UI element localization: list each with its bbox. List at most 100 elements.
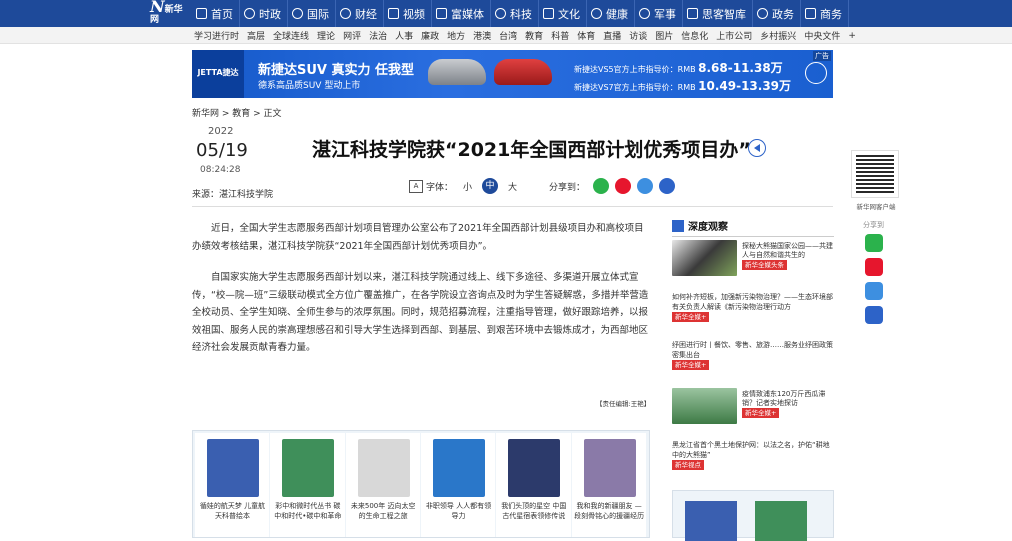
subnav-item[interactable]: 上市公司 [716, 29, 752, 42]
nav-item-finance[interactable]: 财经 [336, 0, 384, 27]
finance-icon [340, 8, 351, 19]
nav-item-government[interactable]: 政务 [753, 0, 801, 27]
subnav-item[interactable]: 全球连线 [273, 29, 309, 42]
ad-brand-logo: JETTA捷达 [192, 50, 244, 98]
top-nav-bar: N新华网 首页 时政 国际 财经 视频 富媒体 科技 文化 健康 军事 思客智库… [0, 0, 1012, 27]
book-item[interactable]: 未来500年 迈向太空的生命工程之旅 [345, 433, 420, 537]
book-cover [357, 439, 410, 497]
subnav-item[interactable]: 教育 [525, 29, 543, 42]
book-cover [282, 439, 335, 497]
publish-monthday: 05/19 [196, 140, 248, 161]
nav-item-politics[interactable]: 时政 [240, 0, 288, 27]
business-icon [805, 8, 816, 19]
link-share-icon[interactable] [637, 178, 654, 194]
article-paragraph: 近日，全国大学生志愿服务西部计划项目管理办公室公布了2021年全国西部计划县级项… [192, 223, 644, 252]
site-logo[interactable]: N新华网 [150, 0, 186, 25]
sidebar-item-badge: 新华全媒+ [672, 360, 710, 370]
book-item[interactable]: 我和我的新疆朋友 —段刻骨铭心的援疆经历 [571, 433, 646, 537]
subnav-item[interactable]: 乡村振兴 [760, 29, 796, 42]
military-icon [639, 8, 650, 19]
subnav-item[interactable]: 访谈 [629, 29, 647, 42]
book-item[interactable]: 我们头顶的星空 中国古代星宿表领修传说 [496, 433, 571, 537]
ad-banner[interactable]: JETTA捷达 新捷达SUV 真实力 任我型 德系高品质SUV 型动上市 新捷达… [192, 50, 833, 98]
sub-nav-bar: 学习进行时 高层 全球连线 理论 网评 法治 人事 廉政 地方 港澳 台湾 教育… [0, 27, 1012, 44]
sidebar-book-promo[interactable] [672, 490, 834, 541]
app-qr-code [851, 150, 899, 198]
divider [192, 206, 833, 207]
subnav-more[interactable]: + [848, 31, 856, 41]
nav-item-home[interactable]: 首页 [192, 0, 240, 27]
book-caption: 循娃的航天梦 儿童航天科普绘本 [199, 502, 266, 520]
culture-icon [543, 8, 554, 19]
speaker-icon[interactable] [748, 139, 766, 157]
subnav-item[interactable]: 信息化 [681, 29, 708, 42]
think-tank-icon [687, 8, 698, 19]
subnav-item[interactable]: 图片 [655, 29, 673, 42]
nav-item-military[interactable]: 军事 [635, 0, 683, 27]
subnav-item[interactable]: 法治 [369, 29, 387, 42]
font-small-button[interactable]: 小 [463, 180, 472, 193]
nav-item-video[interactable]: 视频 [384, 0, 432, 27]
book-cover [755, 501, 807, 541]
sidebar-item-text: 探秘大熊猫国家公园——共建人与自然和谐共生的 新华全媒头条 [742, 242, 833, 270]
subnav-item[interactable]: 理论 [317, 29, 335, 42]
subnav-item[interactable]: 高层 [247, 29, 265, 42]
nav-item-culture[interactable]: 文化 [539, 0, 587, 27]
book-item[interactable]: 循娃的航天梦 儿童航天科普绘本 [195, 433, 270, 537]
nav-item-tech[interactable]: 科技 [491, 0, 539, 27]
font-size-label: 字体： [426, 182, 454, 193]
panda-thumbnail [672, 240, 737, 276]
book-cover [508, 439, 561, 497]
wechat-icon[interactable] [865, 234, 883, 252]
ad-subline: 德系高品质SUV 型动上市 [258, 81, 361, 91]
breadcrumb[interactable]: 新华网 > 教育 > 正文 [192, 106, 282, 119]
mobile-icon[interactable] [865, 306, 883, 324]
subnav-item[interactable]: 地方 [447, 29, 465, 42]
subnav-item[interactable]: 中央文件 [804, 29, 840, 42]
nav-item-think-tank[interactable]: 思客智库 [683, 0, 753, 27]
nav-item-business[interactable]: 商务 [801, 0, 849, 27]
sidebar-item-badge: 新华全媒+ [742, 408, 780, 418]
share-label: 分享到： [549, 182, 586, 193]
ad-car-image [494, 59, 552, 85]
weibo-share-icon[interactable] [615, 178, 632, 194]
sidebar-item-text: 如何补齐短板，加强新污染物治理？——生态环境部有关负责人解读《新污染物治理行动方… [672, 293, 833, 322]
publish-time: 08:24:28 [200, 165, 241, 175]
subnav-item[interactable]: 台湾 [499, 29, 517, 42]
sidebar-item-text: 黑龙江省首个黑土地保护网：以法之名，护佑“耕地中的大熊猫” 新华视点 [672, 441, 830, 470]
book-caption: 我和我的新疆朋友 —段刻骨铭心的援疆经历 [574, 502, 645, 520]
mobile-share-icon[interactable] [659, 178, 676, 194]
watermelon-thumbnail [672, 388, 737, 424]
video-icon [388, 8, 399, 19]
subnav-item[interactable]: 人事 [395, 29, 413, 42]
sub-nav: 学习进行时 高层 全球连线 理论 网评 法治 人事 廉政 地方 港澳 台湾 教育… [194, 27, 864, 44]
wechat-share-icon[interactable] [593, 178, 610, 194]
vw-logo-icon [805, 62, 827, 84]
home-icon [196, 8, 207, 19]
font-large-button[interactable]: 大 [508, 180, 517, 193]
nav-item-international[interactable]: 国际 [288, 0, 336, 27]
link-icon[interactable] [865, 282, 883, 300]
nav-item-health[interactable]: 健康 [587, 0, 635, 27]
editor-credit: 【责任编辑:王艳】 [596, 400, 651, 408]
sidebar-header: 深度观察 [672, 218, 834, 237]
subnav-item[interactable]: 体育 [577, 29, 595, 42]
font-medium-button[interactable]: 中 [482, 178, 499, 194]
weibo-icon[interactable] [865, 258, 883, 276]
subnav-item[interactable]: 直播 [603, 29, 621, 42]
article-title: 湛江科技学院获“2021年全国西部计划优秀项目办” [312, 139, 751, 161]
sidebar-item-badge: 新华全媒头条 [742, 260, 787, 270]
nav-item-rich-media[interactable]: 富媒体 [432, 0, 491, 27]
book-item[interactable]: 彩中和微时代丛书 碳中和时代•碳中和革命 [270, 433, 345, 537]
publish-year: 2022 [208, 126, 234, 137]
sidebar-item-badge: 新华视点 [672, 460, 704, 470]
subnav-item[interactable]: 港澳 [473, 29, 491, 42]
book-caption: 彩中和微时代丛书 碳中和时代•碳中和革命 [274, 502, 342, 520]
subnav-item[interactable]: 科普 [551, 29, 569, 42]
subnav-item[interactable]: 廉政 [421, 29, 439, 42]
article-tools: A 字体： 小 中 大 分享到： [409, 178, 681, 194]
tech-icon [495, 8, 506, 19]
book-item[interactable]: 非职领导 人人都有领导力 [420, 433, 496, 537]
subnav-item[interactable]: 学习进行时 [194, 29, 239, 42]
subnav-item[interactable]: 网评 [343, 29, 361, 42]
